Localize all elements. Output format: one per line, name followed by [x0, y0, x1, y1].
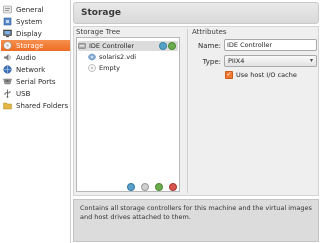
sidebar-item-label: Shared Folders: [16, 101, 69, 110]
sidebar-item-label: Display: [16, 29, 42, 38]
tree-item-label: solaris2.vdi: [99, 53, 136, 61]
checkbox-checked-icon: ✓: [225, 71, 233, 79]
tree-item-cd-dvd[interactable]: Empty: [88, 63, 120, 73]
serial-ports-icon: [3, 77, 12, 86]
sidebar-item-general[interactable]: General: [1, 4, 70, 15]
sidebar-item-label: General: [16, 5, 44, 14]
page-header: Storage: [73, 2, 319, 24]
system-icon: [3, 17, 12, 26]
remove-attachment-icon[interactable]: [169, 183, 177, 191]
general-icon: [3, 5, 12, 14]
sidebar-item-label: USB: [16, 89, 31, 98]
hard-disk-icon: [88, 53, 96, 61]
use-host-io-cache-label: Use host I/O cache: [236, 71, 297, 79]
storage-tree-toolbar: [127, 183, 183, 191]
chevron-down-icon: ▾: [309, 57, 313, 64]
usb-icon: [3, 89, 12, 98]
ide-controller-icon: [78, 42, 86, 50]
remove-controller-icon[interactable]: [141, 183, 149, 191]
display-icon: [3, 29, 12, 38]
sidebar-item-label: Serial Ports: [16, 77, 56, 86]
network-icon: [3, 65, 12, 74]
description-panel: Contains all storage controllers for thi…: [73, 199, 319, 242]
type-label: Type:: [202, 58, 221, 66]
sidebar-item-storage[interactable]: Storage: [1, 40, 70, 51]
name-label: Name:: [197, 42, 221, 50]
add-controller-icon[interactable]: [127, 183, 135, 191]
add-cd-dvd-device-icon[interactable]: [159, 42, 167, 50]
sidebar-item-system[interactable]: System: [1, 16, 70, 27]
panel-divider: [187, 29, 188, 193]
sidebar-item-audio[interactable]: Audio: [1, 52, 70, 63]
description-text: Contains all storage controllers for thi…: [80, 204, 312, 221]
sidebar-item-shared-folders[interactable]: Shared Folders: [1, 100, 70, 111]
sidebar-item-label: Storage: [16, 41, 44, 50]
storage-tree-label: Storage Tree: [76, 28, 121, 36]
settings-sidebar: General System Display Storage Audio Net…: [0, 0, 71, 243]
storage-tree[interactable]: IDE Controller solaris2.vdi Empty: [76, 37, 180, 192]
name-field[interactable]: IDE Controller: [224, 39, 317, 51]
type-select-value: PIIX4: [228, 57, 245, 65]
sidebar-item-label: Audio: [16, 53, 36, 62]
use-host-io-cache-checkbox[interactable]: ✓ Use host I/O cache: [225, 71, 297, 79]
tree-item-label: IDE Controller: [89, 42, 135, 50]
cd-dvd-icon: [88, 64, 96, 72]
audio-icon: [3, 53, 12, 62]
sidebar-item-label: Network: [16, 65, 46, 74]
storage-panel: Storage Tree IDE Controller solaris2.vdi…: [73, 26, 319, 196]
sidebar-item-label: System: [16, 17, 43, 26]
tree-item-ide-controller[interactable]: IDE Controller: [78, 41, 178, 51]
page-title: Storage: [81, 8, 122, 18]
sidebar-item-display[interactable]: Display: [1, 28, 70, 39]
sidebar-item-network[interactable]: Network: [1, 64, 70, 75]
sidebar-item-serial-ports[interactable]: Serial Ports: [1, 76, 70, 87]
shared-folders-icon: [3, 101, 12, 110]
attributes-label: Attributes: [192, 28, 227, 36]
sidebar-item-usb[interactable]: USB: [1, 88, 70, 99]
storage-icon: [3, 41, 12, 50]
add-attachment-icon[interactable]: [155, 183, 163, 191]
tree-item-label: Empty: [99, 64, 120, 72]
type-select[interactable]: PIIX4 ▾: [224, 55, 317, 67]
tree-item-hard-disk[interactable]: solaris2.vdi: [88, 52, 136, 62]
add-hard-disk-icon[interactable]: [168, 42, 176, 50]
